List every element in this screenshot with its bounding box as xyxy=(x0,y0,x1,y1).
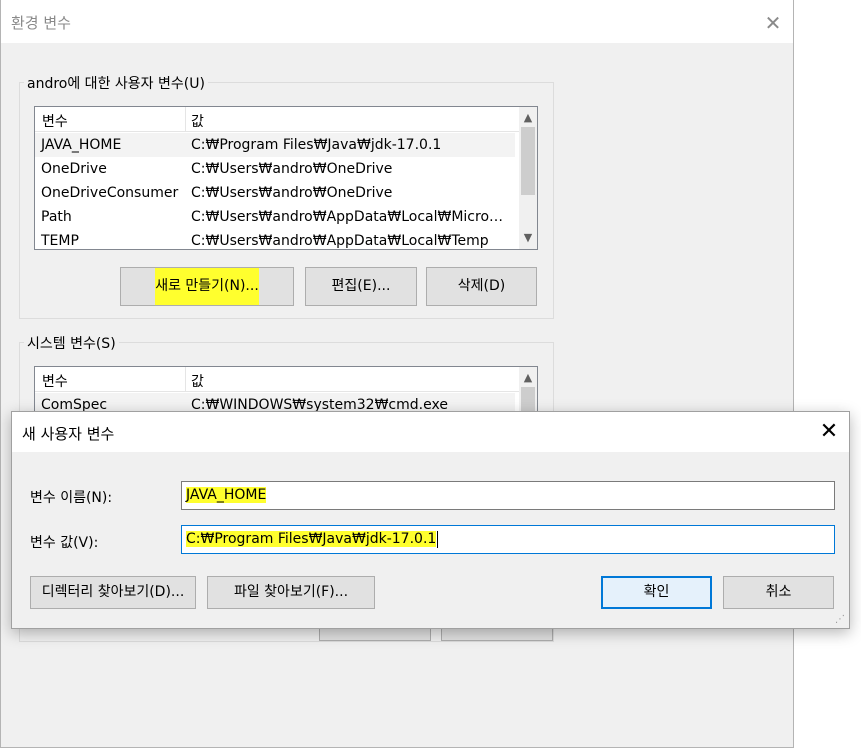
variable-name-label: 변수 이름(N): xyxy=(30,490,113,506)
browse-file-label: 파일 찾아보기(F)... xyxy=(233,584,349,600)
list-item[interactable]: OneDriveConsumer C:₩Users₩andro₩OneDrive xyxy=(35,181,515,205)
new-button-label: 새로 만들기(N)... xyxy=(155,268,259,305)
ok-button-label: 확인 xyxy=(643,584,670,600)
scroll-up-icon[interactable]: ▲ xyxy=(519,369,537,387)
window-titlebar: 환경 변수 ✕ xyxy=(1,0,793,43)
list-item[interactable]: Path C:₩Users₩andro₩AppData₩Local₩Micros… xyxy=(35,205,515,229)
new-button[interactable]: 새로 만들기(N)... xyxy=(120,267,294,306)
edit-button-label: 편집(E)... xyxy=(331,278,391,294)
dialog-title: 새 사용자 변수 xyxy=(22,425,115,443)
variable-name: Path xyxy=(41,209,72,225)
variable-name-value: JAVA_HOME xyxy=(186,487,267,503)
variable-name-input[interactable]: JAVA_HOME xyxy=(181,481,835,510)
resize-grip-icon[interactable]: ⋰ xyxy=(835,614,847,626)
list-header: 변수 값 xyxy=(35,107,537,132)
dialog-titlebar: 새 사용자 변수 ✕ xyxy=(12,412,849,452)
user-variables-caption: andro에 대한 사용자 변수(U) xyxy=(24,73,208,93)
scroll-up-icon[interactable]: ▲ xyxy=(519,109,537,127)
text-caret xyxy=(437,530,439,548)
variable-value: C:₩Program Files₩Java₩jdk-17.0.1 xyxy=(191,137,442,153)
delete-button[interactable]: 삭제(D) xyxy=(426,267,537,306)
browse-file-button[interactable]: 파일 찾아보기(F)... xyxy=(207,576,375,609)
browse-directory-button[interactable]: 디렉터리 찾아보기(D)... xyxy=(30,576,196,609)
browse-directory-label: 디렉터리 찾아보기(D)... xyxy=(41,584,185,600)
variable-value: C:₩Users₩andro₩AppData₩Local₩Microsoft..… xyxy=(191,209,509,225)
delete-button-label: 삭제(D) xyxy=(457,278,506,294)
column-header-value[interactable]: 값 xyxy=(191,111,204,131)
variable-value: C:₩Users₩andro₩OneDrive xyxy=(191,185,393,201)
system-variables-caption: 시스템 변수(S) xyxy=(24,333,119,353)
variable-value: C:₩Users₩andro₩AppData₩Local₩Temp xyxy=(191,233,489,249)
cancel-button[interactable]: 취소 xyxy=(723,576,834,609)
list-item[interactable]: OneDrive C:₩Users₩andro₩OneDrive xyxy=(35,157,515,181)
variable-value-value: C:₩Program Files₩Java₩jdk-17.0.1 xyxy=(186,531,437,547)
scroll-down-icon[interactable]: ▼ xyxy=(519,229,537,247)
variable-value: C:₩Users₩andro₩OneDrive xyxy=(191,161,393,177)
scrollbar-thumb[interactable] xyxy=(521,127,535,195)
variable-name: OneDrive xyxy=(41,161,107,177)
close-icon[interactable]: ✕ xyxy=(815,418,843,446)
vertical-scrollbar[interactable]: ▲ ▼ xyxy=(519,107,537,249)
window-title: 환경 변수 xyxy=(11,14,71,32)
list-item[interactable]: JAVA_HOME C:₩Program Files₩Java₩jdk-17.0… xyxy=(35,133,515,157)
new-user-variable-dialog: 새 사용자 변수 ✕ 변수 이름(N): JAVA_HOME 변수 값(V): … xyxy=(11,411,850,629)
ok-button[interactable]: 확인 xyxy=(601,576,712,609)
environment-variables-window: 환경 변수 ✕ andro에 대한 사용자 변수(U) 변수 값 JAVA_HO… xyxy=(0,0,794,748)
column-header-name[interactable]: 변수 xyxy=(42,111,68,131)
edit-button[interactable]: 편집(E)... xyxy=(305,267,417,306)
variable-value-label: 변수 값(V): xyxy=(30,535,99,551)
column-header-name[interactable]: 변수 xyxy=(42,371,68,391)
variable-value-input[interactable]: C:₩Program Files₩Java₩jdk-17.0.1 xyxy=(181,525,835,554)
list-item[interactable]: TEMP C:₩Users₩andro₩AppData₩Local₩Temp xyxy=(35,229,515,249)
close-icon[interactable]: ✕ xyxy=(759,9,787,37)
variable-name: TEMP xyxy=(41,233,79,249)
list-header: 변수 값 xyxy=(35,367,537,392)
cancel-button-label: 취소 xyxy=(765,584,792,600)
variable-name: JAVA_HOME xyxy=(41,137,122,153)
column-header-value[interactable]: 값 xyxy=(191,371,204,391)
user-variables-list[interactable]: 변수 값 JAVA_HOME C:₩Program Files₩Java₩jdk… xyxy=(34,106,538,250)
variable-name: OneDriveConsumer xyxy=(41,185,179,201)
